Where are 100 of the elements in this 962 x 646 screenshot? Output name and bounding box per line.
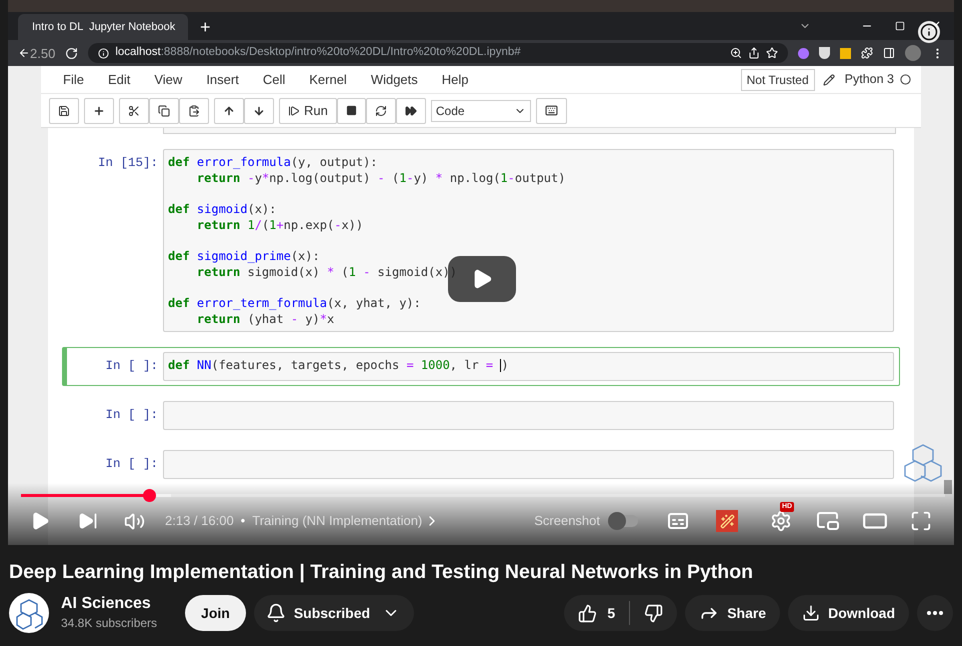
bell-icon [266,603,286,623]
notebook-cell[interactable]: In [ ]: def NN(features, targets, epochs = 1000, lr = ) [62,347,900,386]
menu-item[interactable]: View [142,70,194,90]
code-line: def NN(features, targets, epochs = 1000, lr = ) [168,357,509,373]
more-icon [927,611,943,615]
back-icon[interactable] [18,47,30,59]
cell-prompt: In [ ]: [104,358,159,375]
extension-icon[interactable] [840,48,851,58]
magic-wand-button[interactable] [716,510,738,532]
settings-icon[interactable] [770,510,792,532]
kernel-name: Python 3 [844,71,894,88]
extensions-icon[interactable] [861,47,873,59]
code-line: def error_term_formula(x, yhat, y): [168,295,421,311]
maximize-icon[interactable] [895,21,905,31]
code-line: def sigmoid(x): [168,201,276,217]
arrow-down-icon [253,104,265,116]
profile-avatar[interactable] [905,45,921,61]
command-palette-button[interactable] [536,98,567,124]
cell-prompt: In [15]: [96,155,159,172]
menu-item[interactable]: Help [430,70,481,90]
menu-item[interactable]: Insert [194,70,251,90]
browser-tab[interactable]: Intro to DL Jupyter Notebook [18,14,188,40]
volume-icon[interactable] [124,510,145,532]
run-icon [288,104,300,116]
address-bar[interactable]: localhost:8888/notebooks/Desktop/intro%20to%20DL/Intro%20to%20DL.ipynb# [88,43,788,63]
code-editor[interactable] [163,149,894,332]
restart-button[interactable] [366,98,396,124]
stop-icon [346,105,357,116]
move-up-button[interactable] [214,98,244,124]
scrollbar [944,480,952,494]
insert-cell-button[interactable] [84,98,114,124]
notebook-cell[interactable]: In [ ]: [62,445,900,484]
download-button[interactable]: Download [788,595,909,631]
reload-icon[interactable] [65,46,78,60]
side-panel-icon[interactable] [883,47,895,59]
more-button[interactable] [917,595,953,631]
subscribed-button[interactable]: Subscribed [254,595,414,631]
screenshot-toggle[interactable] [608,515,638,527]
interrupt-button[interactable] [336,98,366,124]
next-icon[interactable] [78,511,98,531]
paste-button[interactable] [179,98,209,124]
site-info-icon [98,48,110,58]
video-title: Deep Learning Implementation | Training and Testing Neural Networks in Python [9,560,754,585]
code-line: def sigmoid_prime(x): [168,248,320,264]
menu-item[interactable]: Widgets [358,70,430,90]
screenshot-label: Screenshot [534,512,600,530]
url-text: localhost:8888/notebooks/Desktop/intro%20to%20DL/Intro%20to%20DL.ipynb# [115,45,521,60]
cell-prompt: In [ ]: [104,407,159,424]
bookmark-star-icon[interactable] [766,47,778,59]
thumbs-down-icon [644,604,664,622]
share-page-icon[interactable] [748,47,760,59]
shield-icon[interactable] [819,47,830,59]
menu-item[interactable]: Kernel [297,70,359,90]
extension-icon[interactable] [798,48,809,58]
scissors-icon [128,104,140,116]
kernel-status-icon [900,74,911,85]
code-editor[interactable]: def NN(features, targets, epochs = 1000, lr = ) [163,352,894,381]
menu-item[interactable]: File [51,70,96,90]
restart-run-all-button[interactable] [396,98,426,124]
join-button[interactable]: Join [185,595,246,631]
copy-button[interactable] [149,98,179,124]
share-button[interactable]: Share [685,595,780,631]
text-cursor [500,359,502,372]
menu-item[interactable]: Cell [250,70,298,90]
code-line: def error_formula(y, output): [168,154,378,170]
edit-icon[interactable] [822,74,835,86]
code-line: return (yhat - y)*x [196,311,334,327]
save-icon [58,104,70,116]
trust-indicator[interactable]: Not Trusted [740,68,815,90]
save-button[interactable] [49,98,79,124]
run-button[interactable]: Run [279,98,337,124]
keyboard-icon [544,104,558,117]
tab-title: Intro to DL Jupyter Notebook [32,20,176,35]
new-tab-button[interactable]: + [200,18,211,36]
cut-button[interactable] [119,98,149,124]
channel-avatar[interactable] [9,593,49,633]
paste-icon [188,104,200,116]
overlay-number: 2.50 [30,46,56,60]
wand-icon [720,514,734,528]
miniplayer-icon[interactable] [816,509,840,533]
separator-dot: • [240,512,246,530]
move-down-button[interactable] [244,98,274,124]
time-display: 2:13 / 16:00 [165,512,234,530]
info-icon [920,23,938,41]
fullscreen-icon[interactable] [910,510,932,532]
code-line: return -y*np.log(output) - (1-y) * np.log(1-output) [196,170,566,186]
copy-icon [158,104,170,116]
cell-prompt: In [ ]: [104,456,159,473]
zoom-icon[interactable] [730,47,742,59]
fast-forward-icon [404,104,417,116]
restart-icon [374,104,387,116]
cell-type-select[interactable]: Code [430,100,531,122]
plus-icon [93,104,105,116]
arrow-up-icon [223,104,235,116]
channel-name[interactable]: AI Sciences [61,594,158,614]
code-line: return 1/(1+np.exp(-x)) [196,217,364,233]
download-icon [802,604,820,622]
thumbs-up-icon [578,604,598,622]
menu-item[interactable]: Edit [96,70,142,90]
notebook-cell[interactable]: In [ ]: [62,396,900,435]
